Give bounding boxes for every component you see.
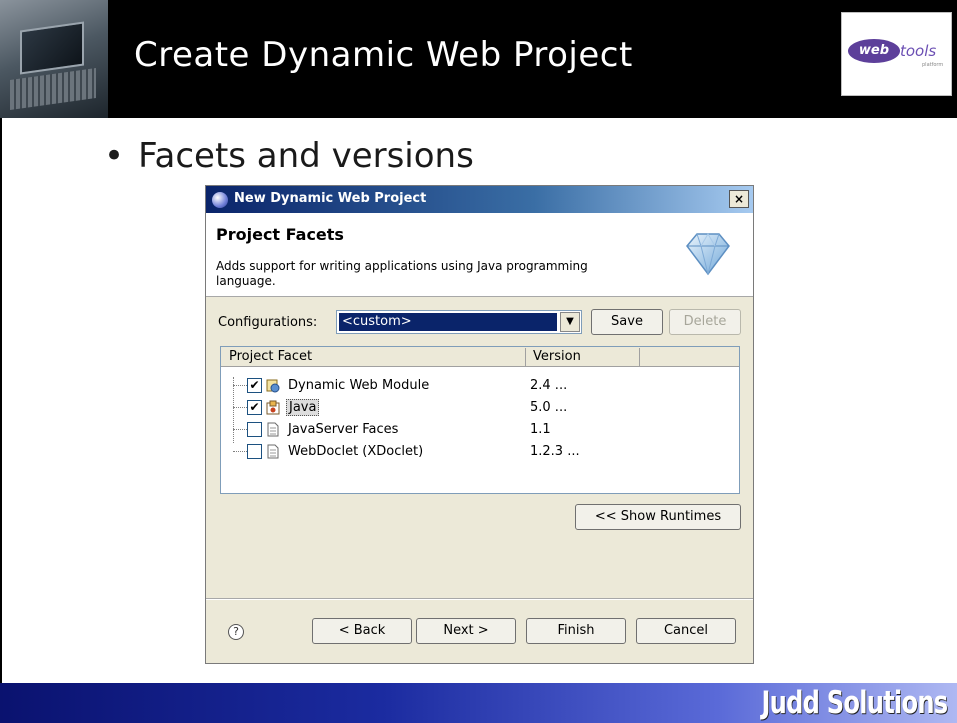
save-button[interactable]: Save: [591, 309, 663, 335]
dialog-title-bar[interactable]: New Dynamic Web Project ×: [206, 186, 753, 213]
configurations-row: Configurations: <custom> ▼ Save Delete: [218, 309, 743, 336]
facet-row-javaserver-faces[interactable]: JavaServer Faces 1.1: [221, 419, 739, 441]
laptop-image: [0, 0, 108, 118]
cancel-button[interactable]: Cancel: [636, 618, 736, 644]
eclipse-icon: [212, 192, 228, 208]
new-dynamic-web-project-dialog: New Dynamic Web Project × Project Facets…: [205, 185, 754, 664]
facet-version[interactable]: 1.2.3 ...: [530, 444, 580, 459]
facet-version[interactable]: 1.1: [530, 422, 551, 437]
facet-checkbox[interactable]: ✔: [247, 400, 262, 415]
slide-footer: Judd Solutions: [0, 683, 957, 723]
close-button[interactable]: ×: [729, 190, 749, 208]
project-facets-table: Project Facet Version ✔ Dynamic Web Modu…: [220, 346, 740, 494]
delete-button[interactable]: Delete: [669, 309, 741, 335]
footer-brand: Judd Solutions: [761, 685, 948, 721]
file-icon: [267, 422, 279, 437]
page-description: Adds support for writing applications us…: [216, 259, 588, 288]
show-runtimes-button[interactable]: << Show Runtimes: [575, 504, 741, 530]
help-icon[interactable]: ?: [228, 624, 244, 640]
web-module-icon: [266, 379, 280, 393]
facet-row-java[interactable]: ✔ Java 5.0 ...: [221, 397, 739, 419]
facet-name: WebDoclet (XDoclet): [288, 444, 424, 459]
java-icon: [266, 400, 280, 415]
slide-header: Create Dynamic Web Project web tools pla…: [0, 0, 957, 118]
facet-row-webdoclet[interactable]: WebDoclet (XDoclet) 1.2.3 ...: [221, 441, 739, 463]
finish-button[interactable]: Finish: [526, 618, 626, 644]
facet-version[interactable]: 2.4 ...: [530, 378, 567, 393]
file-icon: [267, 444, 279, 459]
page-heading: Project Facets: [216, 225, 344, 244]
gem-icon: [686, 233, 730, 276]
facet-row-dynamic-web-module[interactable]: ✔ Dynamic Web Module 2.4 ...: [221, 375, 739, 397]
chevron-down-icon[interactable]: ▼: [560, 312, 580, 332]
facet-checkbox[interactable]: ✔: [247, 378, 262, 393]
column-header-project-facet[interactable]: Project Facet: [229, 349, 312, 364]
facet-name: Java: [286, 399, 320, 416]
slide-border: [0, 118, 2, 683]
configurations-value: <custom>: [339, 313, 557, 331]
facet-checkbox[interactable]: [247, 444, 262, 459]
facet-name: JavaServer Faces: [288, 422, 399, 437]
button-bar-separator: [206, 598, 753, 600]
next-button[interactable]: Next >: [416, 618, 516, 644]
wizard-banner: Project Facets Adds support for writing …: [206, 213, 753, 297]
facet-version[interactable]: 5.0 ...: [530, 400, 567, 415]
back-button[interactable]: < Back: [312, 618, 412, 644]
table-header: Project Facet Version: [221, 347, 739, 367]
configurations-select[interactable]: <custom> ▼: [336, 310, 582, 334]
dialog-title: New Dynamic Web Project: [234, 191, 427, 206]
bullet-point: • Facets and versions: [104, 136, 474, 176]
bullet-text: Facets and versions: [138, 136, 474, 176]
facet-checkbox[interactable]: [247, 422, 262, 437]
slide-title: Create Dynamic Web Project: [134, 35, 633, 75]
webtools-logo: web tools platform: [841, 12, 952, 96]
configurations-label: Configurations:: [218, 315, 318, 330]
facet-name: Dynamic Web Module: [288, 378, 430, 393]
bullet-dot-icon: •: [104, 136, 125, 176]
column-header-version[interactable]: Version: [533, 349, 581, 364]
